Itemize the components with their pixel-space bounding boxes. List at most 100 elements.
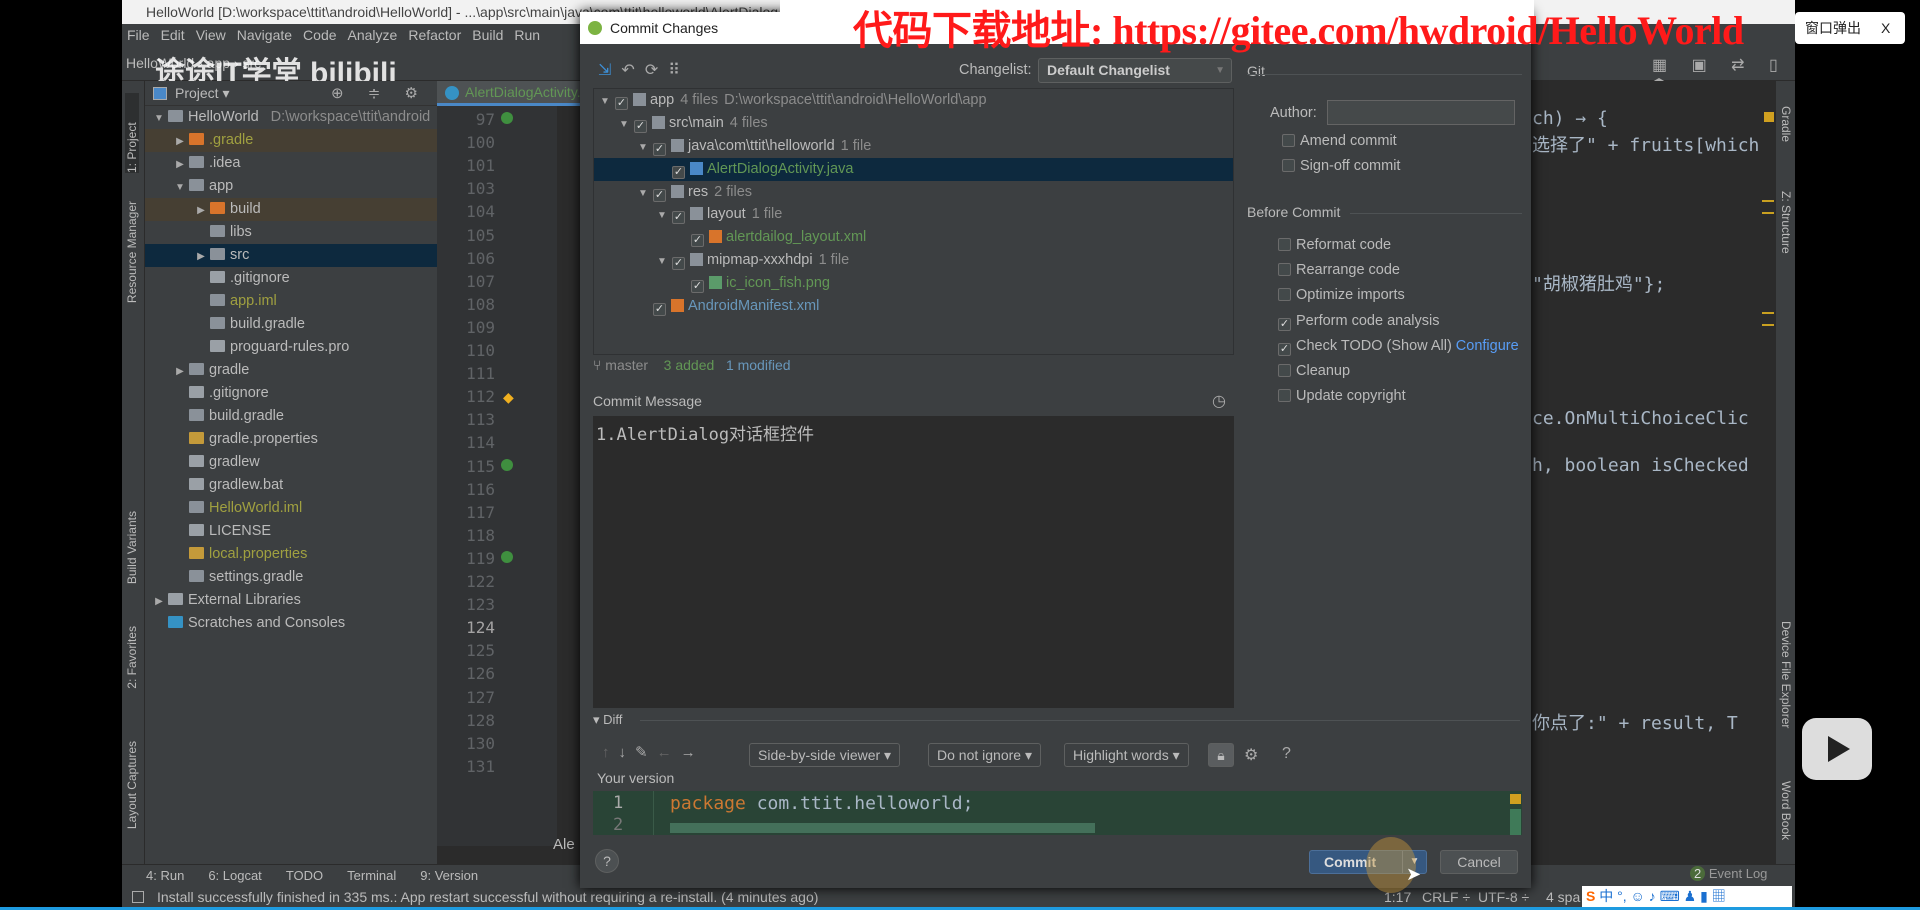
warning-marker[interactable] [1510,794,1521,804]
menu-item-build[interactable]: Build [472,27,503,43]
project-view-selector[interactable]: Project [175,85,219,101]
settings-gear-icon[interactable]: ⚙ [1244,745,1258,765]
status-toggle-icon[interactable] [132,891,144,903]
menu-item-analyze[interactable]: Analyze [348,27,398,43]
tree-item[interactable]: ▼ app [145,175,437,198]
code-line[interactable]: 选择了" + fruits[which [1532,131,1776,157]
override-marker-icon[interactable] [501,458,513,471]
checkbox[interactable] [1278,288,1291,302]
expand-right-icon[interactable]: ▶ [171,153,189,176]
file-checkbox[interactable]: ✓ [691,234,704,248]
option-rearrange-code[interactable]: Rearrange code [1278,262,1400,278]
viewer-dropdown[interactable]: Side-by-side viewer ▾ [749,743,901,767]
history-clock-icon[interactable]: ◷ [1212,391,1226,411]
diff-nav-icons[interactable]: ↑↓✎←→ [602,743,705,761]
expand-down-icon[interactable]: ▼ [600,91,615,114]
indent[interactable]: 4 spa [1546,887,1580,907]
tool-structure[interactable]: Z: Structure [1779,191,1793,254]
change-tree-item[interactable]: ✓ ic_icon_fish.png [594,272,1233,295]
change-tree-item[interactable]: ✓ alertdailog_layout.xml [594,226,1233,249]
tree-item[interactable]: gradlew.bat [145,474,437,497]
file-checkbox[interactable]: ✓ [672,165,685,179]
encoding[interactable]: UTF-8 ÷ [1478,887,1529,907]
tool-gradle[interactable]: Gradle [1779,106,1793,142]
warning-marker[interactable] [1764,112,1774,122]
cancel-button[interactable]: Cancel [1440,850,1518,874]
change-tree-item[interactable]: ✓ AlertDialogActivity.java [594,157,1233,181]
tool-tab-todo[interactable]: TODO [286,868,323,883]
tree-item[interactable]: build.gradle [145,313,437,336]
code-line[interactable]: 你点了:" + result, T [1532,709,1776,735]
line-separator[interactable]: CRLF ÷ [1422,887,1470,907]
checkbox[interactable] [1282,134,1295,147]
menu-item-refactor[interactable]: Refactor [408,27,461,43]
tree-item[interactable]: ▶ .gradle [145,129,437,152]
tree-item[interactable]: proguard-rules.pro [145,336,437,359]
ignore-dropdown[interactable]: Do not ignore ▾ [928,743,1041,767]
diff-code-area[interactable]: 1 2 package com.ttit.helloworld; [593,791,1522,835]
file-checkbox[interactable]: ✓ [691,280,704,294]
expand-right-icon[interactable]: ▶ [171,360,189,383]
dialog-toolbar[interactable]: ⇲↶⟳⠿ [598,60,690,80]
tree-item[interactable]: app.iml [145,290,437,313]
override-marker-icon[interactable] [501,112,513,124]
tree-item[interactable]: local.properties [145,543,437,566]
commit-message-input[interactable]: 1.AlertDialog对话框控件 [593,416,1234,708]
menu-item-view[interactable]: View [196,27,226,43]
event-log[interactable]: 2 Event Log [1690,866,1767,881]
option-reformat-code[interactable]: Reformat code [1278,237,1391,253]
branch-name[interactable]: master [605,357,648,373]
file-checkbox[interactable]: ✓ [653,303,666,317]
diff-section-toggle[interactable]: ▾ Diff [593,712,622,728]
tool-tab-logcat[interactable]: 6: Logcat [208,868,262,883]
help-button[interactable]: ? [595,849,619,873]
editor-tab[interactable]: AlertDialogActivity.java [437,81,582,106]
expand-down-icon[interactable]: ▼ [619,114,634,137]
change-tree-item[interactable]: ▼ ✓ res 2 files [594,181,1233,204]
error-stripe-marker[interactable] [1762,200,1774,214]
tool-device-file-explorer[interactable]: Device File Explorer [1779,621,1793,728]
tree-item[interactable]: ▶ .idea [145,152,437,175]
close-icon[interactable]: X [1881,20,1890,36]
tool-build-variants[interactable]: Build Variants [125,511,139,584]
status-message[interactable]: Install successfully finished in 335 ms.… [157,889,818,905]
lock-icon[interactable]: 🔒︎ [1208,743,1234,767]
tree-item[interactable]: LICENSE [145,520,437,543]
expand-down-icon[interactable]: ▼ [171,176,189,199]
checkbox[interactable] [1278,389,1291,403]
change-tree-item[interactable]: ▼ ✓ mipmap-xxxhdpi 1 file [594,249,1233,272]
tool-tab-terminal[interactable]: Terminal [347,868,396,883]
checkbox[interactable] [1278,238,1291,251]
expand-down-icon[interactable]: ▼ [638,137,653,160]
option-cleanup[interactable]: Cleanup [1278,363,1350,379]
change-tree-item[interactable]: ▼ ✓ src\main 4 files [594,112,1233,135]
menu-item-run[interactable]: Run [514,27,540,43]
checkbox[interactable] [1282,159,1295,172]
tree-item[interactable]: settings.gradle [145,566,437,589]
option-sign-off-commit[interactable]: Sign-off commit [1282,158,1400,174]
popout-window-button[interactable]: 窗口弹出 X [1795,12,1905,44]
file-checkbox[interactable]: ✓ [653,142,666,156]
tool-word-book[interactable]: Word Book [1779,781,1793,840]
tree-item[interactable]: build.gradle [145,405,437,428]
author-input[interactable] [1327,100,1515,125]
tree-item[interactable]: libs [145,221,437,244]
code-line[interactable]: ch) → { [1532,108,1776,129]
option-update-copyright[interactable]: Update copyright [1278,388,1406,404]
file-checkbox[interactable]: ✓ [615,97,628,110]
change-tree-item[interactable]: ✓ AndroidManifest.xml [594,295,1233,318]
tree-item[interactable]: ▶ build [145,198,437,221]
changelist-dropdown[interactable]: Default Changelist ▼ [1038,58,1232,83]
expand-right-icon[interactable]: ▶ [171,130,189,153]
change-tree-item[interactable]: ▼ ✓ layout 1 file [594,203,1233,226]
option-check-todo-show-all-[interactable]: ✓ Check TODO (Show All) Configure [1278,338,1519,356]
file-checkbox[interactable]: ✓ [653,188,666,202]
checkbox[interactable] [1278,263,1291,277]
highlight-dropdown[interactable]: Highlight words ▾ [1064,743,1189,767]
option-amend-commit[interactable]: Amend commit [1282,133,1397,149]
expand-down-icon[interactable]: ▼ [657,205,672,228]
tree-item[interactable]: ▼ HelloWorld D:\workspace\ttit\android [145,106,437,129]
override-marker-icon[interactable] [501,550,513,563]
checkbox[interactable]: ✓ [1278,342,1291,356]
tool-tab-version[interactable]: 9: Version [420,868,478,883]
